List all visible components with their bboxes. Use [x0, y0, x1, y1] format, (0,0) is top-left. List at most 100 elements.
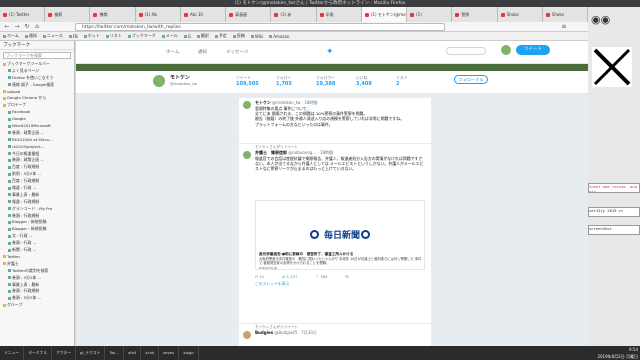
bookmark-item[interactable]: 巻頭 : 5分2体 ... — [0, 275, 74, 282]
bookmark-toolbar-item[interactable]: Amazon — [269, 34, 289, 39]
bookmark-item[interactable]: Blogger : 新規投稿 — [0, 226, 74, 233]
profile-stat[interactable]: リスト 2 — [396, 75, 426, 87]
bookmark-item[interactable]: 巻頭 : 行政 ... — [0, 240, 74, 247]
bookmark-item[interactable]: 事業上表 : 最新 — [0, 192, 74, 199]
bookmark-item[interactable]: Blogger : 新規投稿 — [0, 219, 74, 226]
taskbar-button[interactable]: メニュー — [0, 346, 25, 360]
bookmark-toolbar-item[interactable]: FB — [69, 34, 78, 39]
url-bar[interactable]: https://twitter.com/motoken_tw/with_repl… — [75, 23, 445, 31]
bookmark-item[interactable]: 文 : 行政 ... — [0, 233, 74, 240]
profile-stat[interactable]: フォロー 1,705 — [276, 75, 306, 87]
bookmark-folder[interactable]: upload — [0, 89, 74, 96]
bookmark-item[interactable]: Firefox を使いこなそう — [0, 75, 74, 82]
nav-messages[interactable]: メッセージ — [226, 49, 248, 55]
forward-button[interactable]: → — [13, 23, 21, 31]
bookmark-item[interactable]: 巻頭 : 行政規制 — [0, 213, 74, 220]
browser-tab[interactable]: Ato 10 — [181, 7, 227, 22]
terminal-line[interactable]: set15ty 2019 ct — [588, 207, 640, 217]
profile-stat[interactable]: いいね 3,408 — [356, 75, 386, 87]
bookmark-toolbar-item[interactable]: ブックマーク — [128, 33, 156, 39]
taskbar-button[interactable]: Twi... — [105, 346, 124, 360]
dm-icon[interactable]: ✉ — [345, 274, 348, 279]
bookmark-toolbar-item[interactable]: Wiki — [251, 34, 263, 39]
bookmark-toolbar-item[interactable]: G — [184, 34, 191, 39]
bookmark-item[interactable]: 巻頭 : 行政規制 — [0, 288, 74, 295]
bookmark-folder[interactable]: グループ — [0, 302, 74, 309]
bookmark-item[interactable]: 前例 : 5分2体 ... — [0, 171, 74, 178]
bookmark-toolbar-item[interactable]: メール — [162, 33, 178, 39]
profile-name[interactable]: モトケン — [170, 74, 190, 81]
bookmark-item[interactable]: グランコード - My Pro — [0, 206, 74, 213]
sidebar-search-input[interactable]: ブックマークを検索 — [3, 52, 71, 59]
bookmark-folder[interactable]: Twitter — [0, 254, 74, 261]
tweet-author[interactable]: モトケン — [255, 100, 271, 105]
twitter-bird-icon[interactable]: ✦ — [326, 47, 334, 57]
browser-tab[interactable]: 携帯 — [90, 7, 136, 22]
retweet-action[interactable]: ⇄ 1,337 — [282, 274, 297, 279]
taskbar-button[interactable]: xlogo — [179, 346, 199, 360]
profile-stat[interactable]: フォロワー 19,388 — [316, 75, 346, 87]
browser-tab[interactable]: Shoko — [543, 7, 589, 22]
follow-button[interactable]: フォローする — [454, 75, 488, 84]
reload-button[interactable]: ↻ — [23, 23, 31, 31]
terminal-line[interactable]: screenShot — [588, 225, 640, 235]
bookmark-item[interactable]: rk2019/project... — [0, 144, 74, 151]
like-action[interactable]: ♡ 784 — [316, 274, 328, 279]
browser-tab[interactable]: (1) 赤 — [271, 7, 317, 22]
tweet[interactable]: モトケンさんがリツイート 弁護士 郷原信郎 @nobuonog... · 18時… — [239, 144, 431, 324]
browser-tab[interactable]: 菅原 — [452, 7, 498, 22]
bookmark-folder[interactable]: プロテーナ — [0, 102, 74, 109]
profile-stat[interactable]: ツイート 109,505 — [236, 75, 266, 87]
bookmark-item[interactable]: 百度 : 行政規制 — [0, 178, 74, 185]
back-button[interactable]: ← — [3, 23, 11, 31]
browser-tab[interactable]: (1) — [407, 7, 453, 22]
bookmark-item[interactable]: 巻頭 : 政策企画 ... — [0, 130, 74, 137]
tweet[interactable]: モトケン @motoken_tw · 18時間 冒頭特集の要点 事件について、 … — [239, 98, 431, 144]
bookmark-folder[interactable]: Google Chrome から — [0, 95, 74, 102]
bookmark-toolbar-item[interactable]: 予定 — [215, 33, 227, 39]
bookmark-item[interactable]: Google — [0, 116, 74, 123]
bookmark-toolbar-item[interactable]: リスト — [106, 33, 122, 39]
thread-link[interactable]: このスレッドを表示 — [255, 281, 289, 287]
bookmark-item[interactable]: よく見るページ — [0, 68, 74, 75]
bookmark-item[interactable]: 報道 : 行政規制 — [0, 199, 74, 206]
home-button[interactable]: ⌂ — [33, 23, 41, 31]
browser-tab[interactable]: (1) Twitter — [0, 7, 46, 22]
tweet-avatar[interactable] — [243, 101, 251, 109]
taskbar-button[interactable]: xeyes — [159, 346, 180, 360]
bookmark-item[interactable]: Rk2019/AI at Micro... — [0, 137, 74, 144]
bookmark-item[interactable]: 巻頭 : 政策企画 ... — [0, 157, 74, 164]
tweet-button[interactable]: ツイート — [516, 45, 550, 55]
bookmark-toolbar-item[interactable]: 投稿 — [233, 33, 245, 39]
xeyes-window[interactable]: ◉◉ — [591, 13, 610, 26]
browser-tab[interactable]: 検察 — [45, 7, 91, 22]
bookmark-item[interactable]: 事業上表 : 最新 — [0, 282, 74, 289]
tweet-avatar[interactable] — [243, 151, 251, 159]
browser-tab[interactable]: 高島屋 — [226, 7, 272, 22]
browser-tab[interactable]: 半角 — [317, 7, 362, 22]
taskbar-button[interactable]: xchk — [141, 346, 160, 360]
bookmark-item[interactable]: Wired2019Microsoft — [0, 123, 74, 130]
xlogo-window[interactable] — [592, 47, 632, 87]
browser-tab[interactable]: (1) モトケン(@motoken_tw)さん — [361, 7, 408, 22]
bookmark-item[interactable]: 今日の報道番組 — [0, 151, 74, 158]
nav-notifications[interactable]: 通知 — [198, 49, 207, 55]
bookmark-item[interactable]: 巻頭 : 5分2体 ... — [0, 295, 74, 302]
taskbar-button[interactable]: xfe4 — [124, 346, 142, 360]
bookmark-toolbar-item[interactable]: ホット — [84, 33, 100, 39]
link-card[interactable]: 毎日新聞 産元非審過去:●助に影線の 被告所了、審査工所ルかける 大阪府警産元本… — [255, 200, 425, 270]
profile-avatar[interactable] — [152, 74, 166, 88]
tweet-avatar[interactable] — [243, 331, 251, 339]
browser-tab[interactable]: (1) Ab — [136, 7, 181, 22]
reply-action[interactable]: ↩ 11 — [255, 274, 264, 279]
twitter-search-input[interactable] — [446, 47, 486, 55]
bookmark-folder[interactable]: 弁護士 — [0, 261, 74, 268]
browser-tab[interactable]: Shoko — [498, 7, 543, 22]
tweet-author[interactable]: Budgies — [255, 330, 273, 335]
bookmark-toolbar-item[interactable]: 翻訳 — [197, 33, 209, 39]
account-avatar[interactable] — [501, 45, 511, 55]
bookmark-folder[interactable]: ブックマークツールバー — [0, 61, 74, 68]
bookmark-item[interactable]: 新聞 : 行政 ... — [0, 247, 74, 254]
bookmark-item[interactable]: 連絡 調子 - Google検索 — [0, 82, 74, 89]
taskbar-clock[interactable]: 9:54 2019年8月2日 月曜日 — [597, 346, 638, 360]
